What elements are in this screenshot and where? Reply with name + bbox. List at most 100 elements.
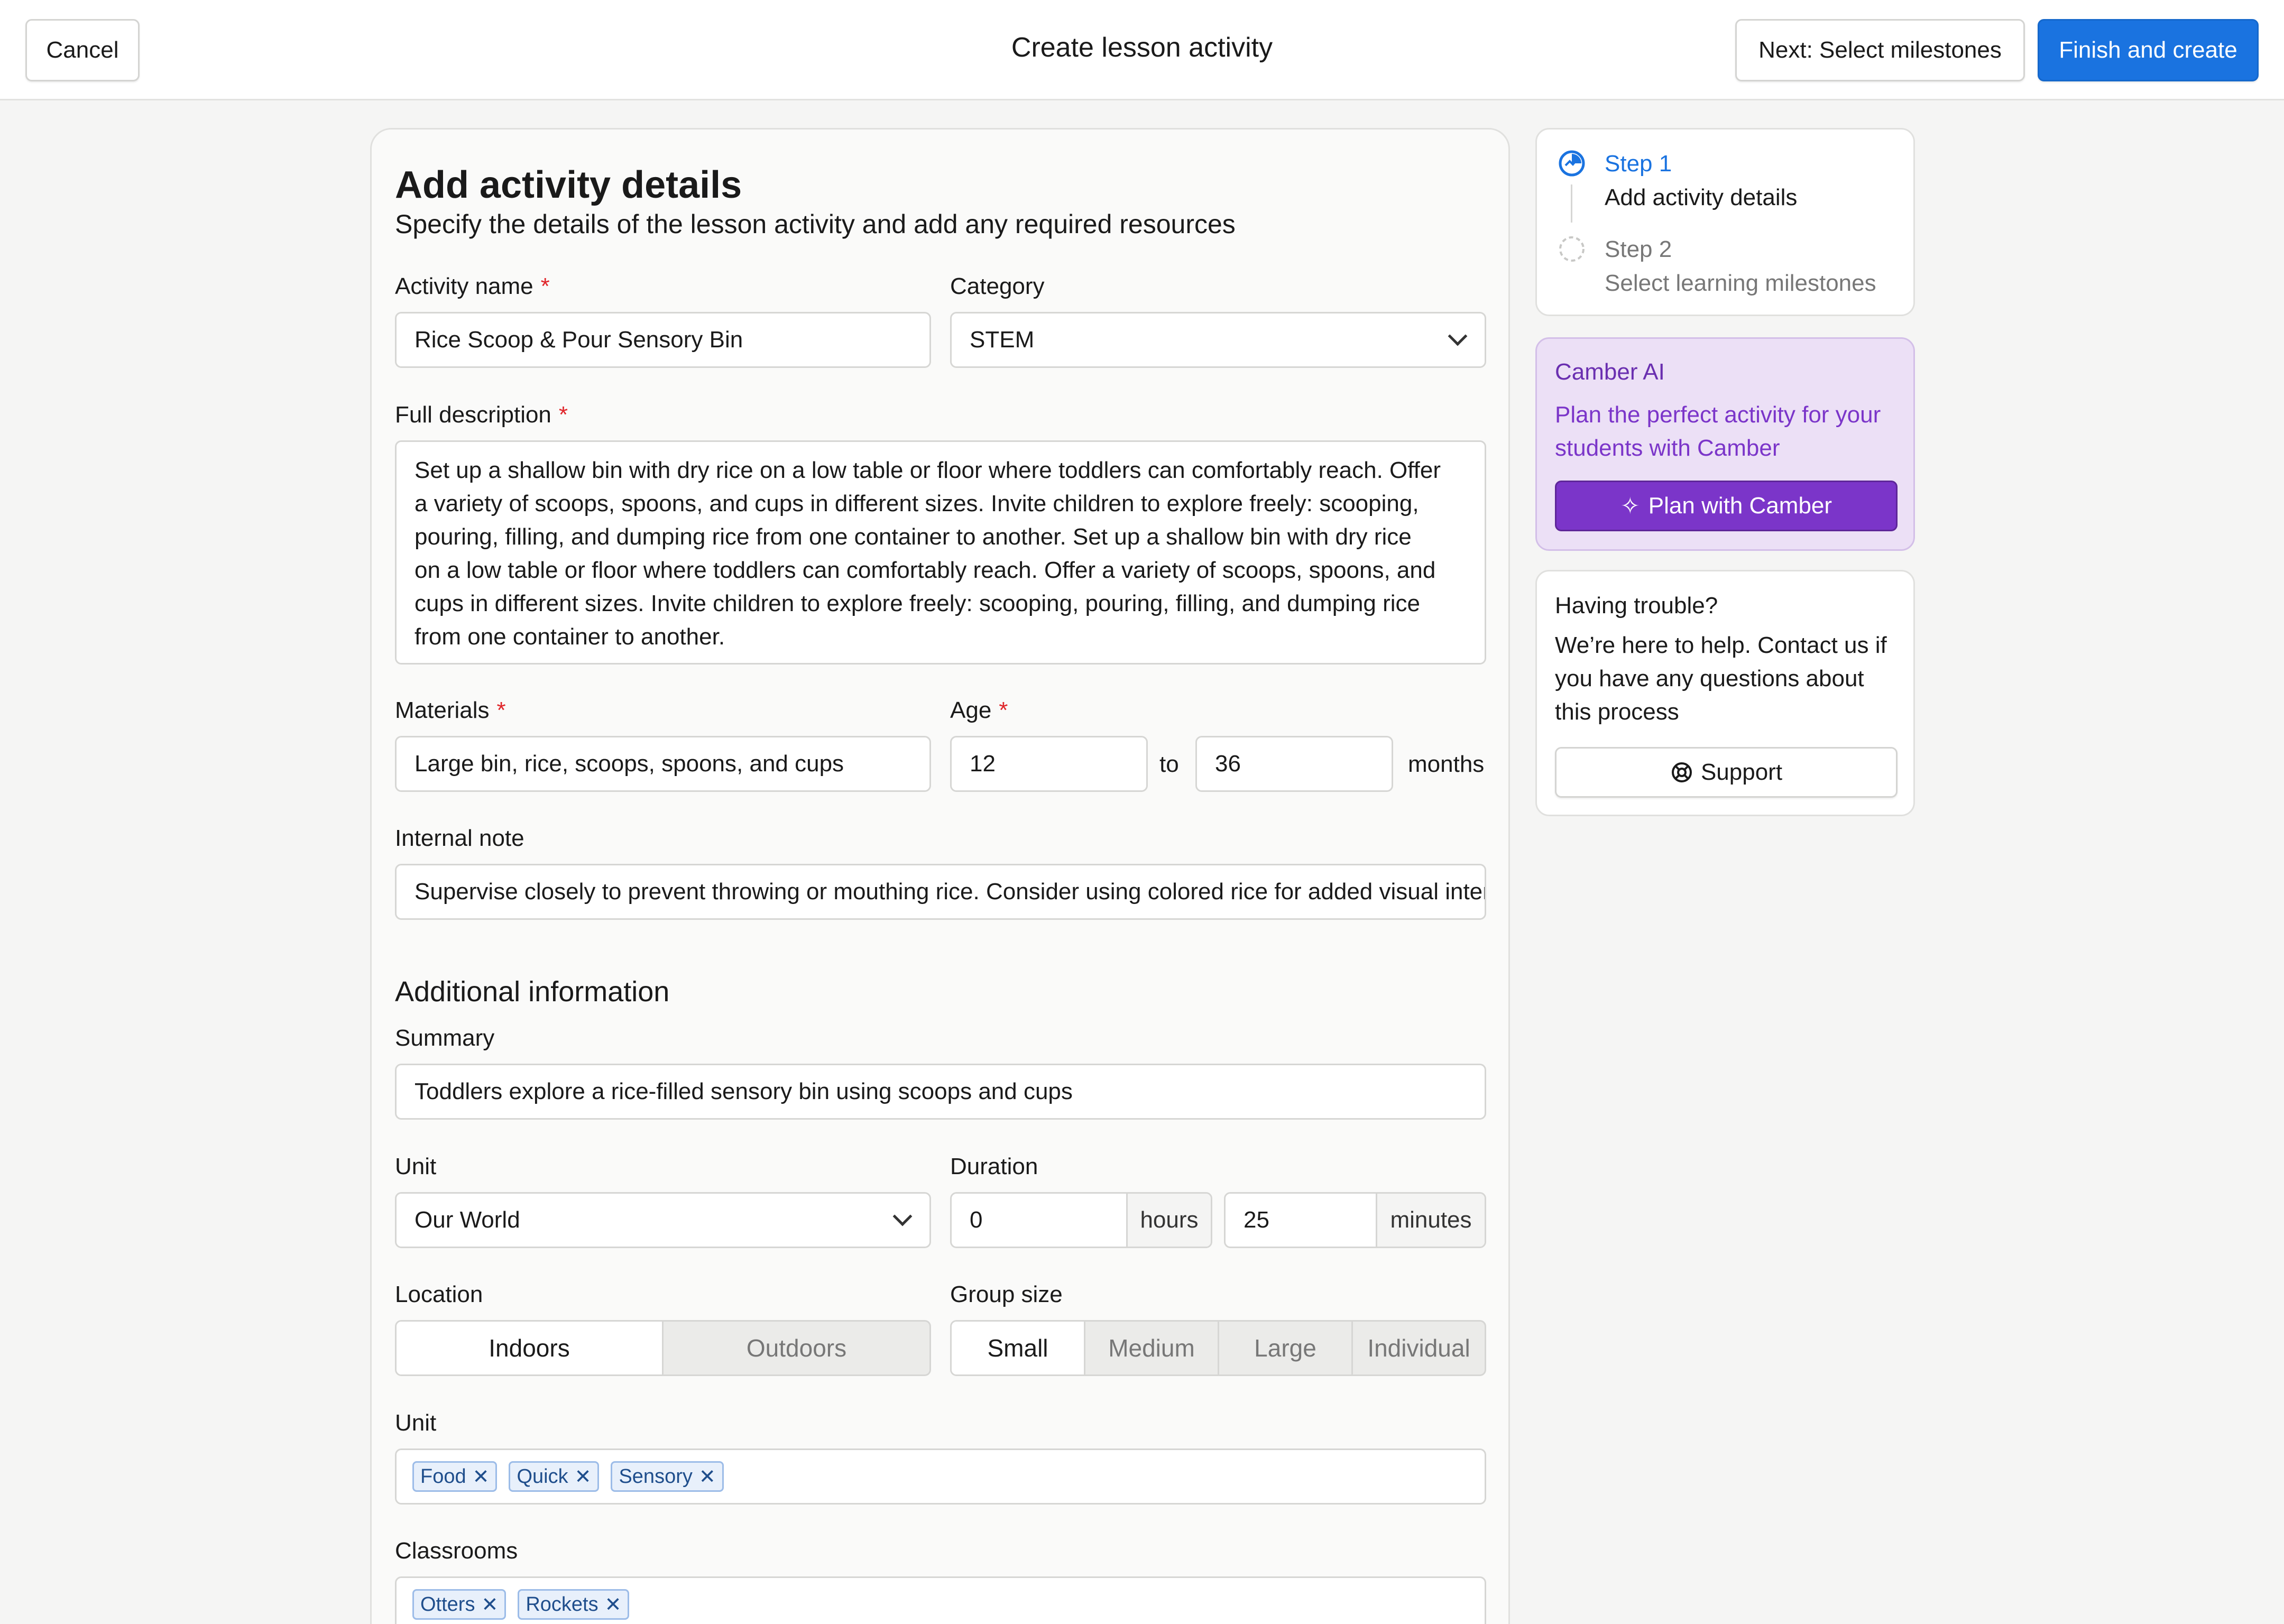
description-textarea[interactable]: Set up a shallow bin with dry rice on a …	[395, 440, 1486, 665]
required-marker: *	[540, 273, 550, 299]
tag-chip: Sensory ✕	[611, 1461, 724, 1492]
tags-input[interactable]: Food ✕ Quick ✕ Sensory ✕	[395, 1448, 1486, 1505]
unit-label: Unit	[395, 1154, 437, 1179]
camber-ai-title: Camber AI	[1555, 359, 1665, 385]
help-title: Having trouble?	[1555, 593, 1718, 619]
age-label-text: Age	[950, 697, 992, 723]
group-size-option-individual[interactable]: Individual	[1353, 1322, 1485, 1374]
step2-label[interactable]: Step 2	[1605, 236, 1672, 263]
activity-name-input[interactable]: Rice Scoop & Pour Sensory Bin	[395, 312, 931, 368]
activity-details-card: Add activity details Specify the details…	[370, 128, 1510, 1624]
age-from-input[interactable]: 12	[950, 736, 1148, 792]
description-line: a variety of scoops, spoons, and cups in…	[415, 491, 1419, 516]
minutes-suffix: minutes	[1376, 1194, 1485, 1247]
description-line: on a low table or floor where toddlers c…	[415, 557, 1436, 583]
group-size-option-small[interactable]: Small	[952, 1322, 1085, 1374]
duration-minutes-input[interactable]: 25 minutes	[1224, 1192, 1486, 1248]
location-option-indoors[interactable]: Indoors	[397, 1322, 664, 1374]
description-label: Full description *	[395, 402, 568, 428]
category-value: STEM	[970, 327, 1035, 353]
step-in-progress-icon	[1559, 150, 1585, 177]
group-size-segmented-control: Small Medium Large Individual	[950, 1320, 1486, 1376]
help-line: this process	[1555, 699, 1679, 725]
finish-and-create-button[interactable]: Finish and create	[2038, 19, 2259, 81]
help-line: We’re here to help. Contact us if	[1555, 632, 1887, 658]
step1-label[interactable]: Step 1	[1605, 151, 1672, 177]
classrooms-input[interactable]: Otters ✕ Rockets ✕	[395, 1576, 1486, 1624]
support-button[interactable]: Support	[1555, 747, 1898, 798]
remove-icon[interactable]: ✕	[481, 1593, 498, 1617]
tag-chip: Quick ✕	[509, 1461, 600, 1492]
classroom-chip: Rockets ✕	[518, 1589, 630, 1620]
required-marker: *	[558, 402, 568, 428]
age-label: Age *	[950, 697, 1008, 724]
required-marker: *	[496, 697, 506, 723]
camber-ai-line: students with Camber	[1555, 435, 1780, 461]
location-option-outdoors[interactable]: Outdoors	[664, 1322, 929, 1374]
summary-input[interactable]: Toddlers explore a rice-filled sensory b…	[395, 1064, 1486, 1120]
materials-input[interactable]: Large bin, rice, scoops, spoons, and cup…	[395, 736, 931, 792]
lifebuoy-icon	[1671, 762, 1692, 782]
group-size-option-medium[interactable]: Medium	[1085, 1322, 1219, 1374]
location-segmented-control: Indoors Outdoors	[395, 1320, 931, 1376]
materials-label: Materials *	[395, 697, 506, 724]
help-card: Having trouble? We’re here to help. Cont…	[1535, 570, 1915, 816]
chevron-down-icon	[1448, 326, 1468, 346]
duration-hours-value: 0	[970, 1207, 983, 1233]
camber-ai-description: Plan the perfect activity for your stude…	[1555, 398, 1881, 465]
support-label: Support	[1700, 759, 1783, 785]
plan-with-camber-label: Plan with Camber	[1648, 493, 1832, 519]
remove-icon[interactable]: ✕	[699, 1465, 716, 1489]
step-pending-icon	[1559, 236, 1585, 262]
age-to-label: to	[1159, 751, 1179, 777]
step-connector	[1571, 184, 1572, 223]
form-subheading: Specify the details of the lesson activi…	[395, 209, 1236, 239]
tag-label: Quick	[517, 1465, 568, 1488]
classroom-label: Rockets	[526, 1593, 598, 1616]
help-line: you have any questions about	[1555, 666, 1864, 691]
next-select-milestones-button[interactable]: Next: Select milestones	[1735, 19, 2025, 81]
duration-label: Duration	[950, 1154, 1038, 1179]
group-size-label: Group size	[950, 1281, 1063, 1307]
duration-hours-input[interactable]: 0 hours	[950, 1192, 1212, 1248]
top-bar: Cancel Create lesson activity Next: Sele…	[0, 0, 2284, 100]
classroom-chip: Otters ✕	[412, 1589, 506, 1620]
tag-chip: Food ✕	[412, 1461, 498, 1492]
classrooms-label: Classrooms	[395, 1538, 518, 1564]
remove-icon[interactable]: ✕	[605, 1593, 622, 1617]
additional-info-heading: Additional information	[395, 976, 670, 1008]
group-size-option-large[interactable]: Large	[1219, 1322, 1353, 1374]
category-label: Category	[950, 273, 1045, 299]
hours-suffix: hours	[1126, 1194, 1211, 1247]
remove-icon[interactable]: ✕	[473, 1465, 490, 1489]
camber-ai-line: Plan the perfect activity for your	[1555, 402, 1881, 428]
description-line: from one container to another.	[415, 624, 725, 650]
remove-icon[interactable]: ✕	[575, 1465, 592, 1489]
page-title: Create lesson activity	[1011, 32, 1273, 63]
plan-with-camber-button[interactable]: ✧ Plan with Camber	[1555, 481, 1898, 531]
steps-card: Step 1 Add activity details Step 2 Selec…	[1535, 128, 1915, 316]
form-heading: Add activity details	[395, 164, 742, 206]
internal-note-label: Internal note	[395, 825, 524, 851]
help-description: We’re here to help. Contact us if you ha…	[1555, 629, 1887, 728]
age-to-input[interactable]: 36	[1195, 736, 1393, 792]
description-line: Set up a shallow bin with dry rice on a …	[415, 457, 1441, 483]
internal-note-input[interactable]: Supervise closely to prevent throwing or…	[395, 864, 1486, 920]
age-unit-label: months	[1408, 751, 1485, 777]
unit-select[interactable]: Our World	[395, 1192, 931, 1248]
sparkle-icon: ✧	[1620, 493, 1640, 519]
summary-label: Summary	[395, 1025, 495, 1051]
duration-minutes-value: 25	[1244, 1207, 1269, 1233]
unit-value: Our World	[415, 1207, 520, 1233]
activity-name-label-text: Activity name	[395, 273, 533, 299]
tags-label: Unit	[395, 1410, 437, 1436]
category-select[interactable]: STEM	[950, 312, 1486, 368]
chevron-down-icon	[892, 1206, 913, 1226]
cancel-button[interactable]: Cancel	[25, 19, 140, 81]
camber-ai-card: Camber AI Plan the perfect activity for …	[1535, 337, 1915, 551]
classroom-label: Otters	[420, 1593, 475, 1616]
step2-title[interactable]: Select learning milestones	[1605, 270, 1876, 297]
step1-title[interactable]: Add activity details	[1605, 184, 1797, 211]
tag-label: Food	[420, 1465, 466, 1488]
description-line: cups in different sizes. Invite children…	[415, 590, 1421, 616]
